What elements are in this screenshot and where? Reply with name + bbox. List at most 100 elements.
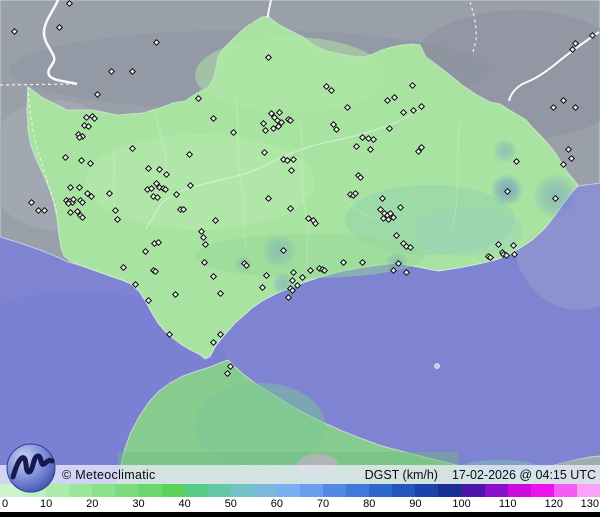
station-marker[interactable] <box>40 206 49 215</box>
station-marker[interactable] <box>378 194 387 203</box>
station-marker[interactable] <box>211 216 220 225</box>
station-marker[interactable] <box>84 122 93 131</box>
station-marker[interactable] <box>78 213 87 222</box>
station-marker[interactable] <box>408 81 417 90</box>
station-marker[interactable] <box>571 103 580 112</box>
station-marker[interactable] <box>87 192 96 201</box>
station-marker[interactable] <box>111 206 120 215</box>
station-marker[interactable] <box>155 165 164 174</box>
station-marker[interactable] <box>366 145 375 154</box>
station-marker[interactable] <box>284 293 293 302</box>
station-marker[interactable] <box>107 67 116 76</box>
station-marker[interactable] <box>356 173 365 182</box>
station-marker[interactable] <box>194 94 203 103</box>
station-marker[interactable] <box>242 261 251 270</box>
station-marker[interactable] <box>77 156 86 165</box>
station-marker[interactable] <box>358 258 367 267</box>
station-marker[interactable] <box>339 258 348 267</box>
station-marker[interactable] <box>209 338 218 347</box>
station-marker[interactable] <box>90 114 99 123</box>
station-marker[interactable] <box>66 183 75 192</box>
station-marker[interactable] <box>55 23 64 32</box>
station-marker[interactable] <box>75 183 84 192</box>
station-marker[interactable] <box>93 90 102 99</box>
station-marker[interactable] <box>502 251 511 260</box>
station-marker[interactable] <box>144 164 153 173</box>
station-marker[interactable] <box>209 114 218 123</box>
station-marker[interactable] <box>389 266 398 275</box>
station-marker[interactable] <box>390 93 399 102</box>
station-marker[interactable] <box>78 198 87 207</box>
station-marker[interactable] <box>201 240 210 249</box>
station-marker[interactable] <box>199 233 208 242</box>
station-marker[interactable] <box>392 231 401 240</box>
station-marker[interactable] <box>409 106 418 115</box>
station-marker[interactable] <box>327 86 336 95</box>
station-marker[interactable] <box>332 125 341 134</box>
station-marker[interactable] <box>289 155 298 164</box>
station-marker[interactable] <box>564 145 573 154</box>
station-marker[interactable] <box>287 166 296 175</box>
station-marker[interactable] <box>66 208 75 217</box>
station-marker[interactable] <box>396 203 405 212</box>
station-marker[interactable] <box>61 153 70 162</box>
station-marker[interactable] <box>165 330 174 339</box>
station-marker[interactable] <box>261 126 270 135</box>
station-marker[interactable] <box>86 159 95 168</box>
station-marker[interactable] <box>275 108 284 117</box>
station-marker[interactable] <box>352 142 361 151</box>
station-marker[interactable] <box>216 289 225 298</box>
station-marker[interactable] <box>172 190 181 199</box>
station-marker[interactable] <box>153 193 162 202</box>
station-marker[interactable] <box>509 241 518 250</box>
station-marker[interactable] <box>260 148 269 157</box>
station-marker[interactable] <box>383 96 392 105</box>
station-marker[interactable] <box>185 150 194 159</box>
station-marker[interactable] <box>65 0 74 8</box>
station-marker[interactable] <box>262 271 271 280</box>
station-marker[interactable] <box>216 330 225 339</box>
station-marker[interactable] <box>264 194 273 203</box>
station-marker[interactable] <box>10 27 19 36</box>
station-marker[interactable] <box>162 170 171 179</box>
station-marker[interactable] <box>223 369 232 378</box>
station-marker[interactable] <box>588 31 597 40</box>
station-marker[interactable] <box>119 263 128 272</box>
station-marker[interactable] <box>551 194 560 203</box>
station-marker[interactable] <box>200 258 209 267</box>
station-marker[interactable] <box>298 273 307 282</box>
station-marker[interactable] <box>131 280 140 289</box>
station-marker[interactable] <box>559 160 568 169</box>
station-marker[interactable] <box>512 157 521 166</box>
station-marker[interactable] <box>226 362 235 371</box>
station-marker[interactable] <box>306 266 315 275</box>
station-marker[interactable] <box>27 198 36 207</box>
station-marker[interactable] <box>494 240 503 249</box>
station-marker[interactable] <box>258 283 267 292</box>
station-marker[interactable] <box>209 272 218 281</box>
station-marker[interactable] <box>369 135 378 144</box>
station-marker[interactable] <box>559 96 568 105</box>
station-marker[interactable] <box>105 189 114 198</box>
station-marker[interactable] <box>567 154 576 163</box>
station-marker[interactable] <box>510 250 519 259</box>
station-marker[interactable] <box>113 215 122 224</box>
station-marker[interactable] <box>394 259 403 268</box>
station-marker[interactable] <box>171 290 180 299</box>
station-marker[interactable] <box>417 102 426 111</box>
station-marker[interactable] <box>279 246 288 255</box>
station-marker[interactable] <box>288 286 297 295</box>
station-marker[interactable] <box>406 243 415 252</box>
station-marker[interactable] <box>385 124 394 133</box>
station-marker[interactable] <box>264 53 273 62</box>
station-marker[interactable] <box>293 281 302 290</box>
station-marker[interactable] <box>503 187 512 196</box>
station-marker[interactable] <box>549 103 558 112</box>
meteoclimatic-logo[interactable] <box>5 443 57 493</box>
station-marker[interactable] <box>144 296 153 305</box>
station-marker[interactable] <box>141 247 150 256</box>
station-marker[interactable] <box>128 144 137 153</box>
station-marker[interactable] <box>399 108 408 117</box>
station-marker[interactable] <box>286 204 295 213</box>
station-marker[interactable] <box>311 219 320 228</box>
